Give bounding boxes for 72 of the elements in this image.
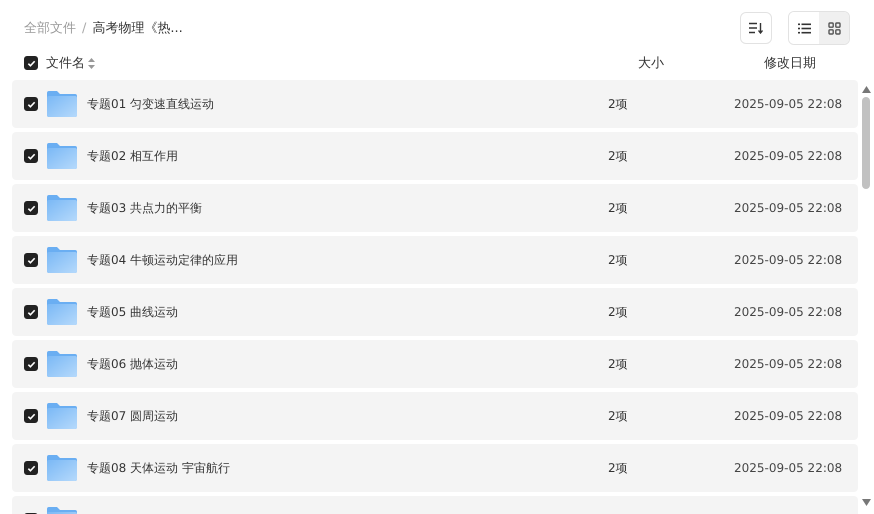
- file-name: 专题07 圆周运动: [87, 408, 178, 424]
- check-icon: [26, 464, 36, 472]
- file-row[interactable]: 专题06 抛体运动 2项 2025-09-05 22:08: [12, 340, 858, 388]
- view-mode-button[interactable]: [819, 12, 849, 44]
- folder-icon: [47, 403, 77, 429]
- check-icon: [26, 360, 36, 368]
- file-size: 2项: [608, 96, 629, 112]
- file-size: 2项: [608, 460, 629, 476]
- sort-button[interactable]: [740, 12, 772, 44]
- file-name: 专题04 牛顿运动定律的应用: [87, 252, 238, 268]
- file-name: 专题05 曲线运动: [87, 304, 178, 320]
- column-header[interactable]: 文件名: [46, 54, 85, 72]
- folder-icon: [47, 195, 77, 221]
- file-row[interactable]: 专题04 牛顿运动定律的应用 2项 2025-09-05 22:08: [12, 236, 858, 284]
- file-name: 专题06 抛体运动: [87, 356, 178, 372]
- check-icon: [26, 412, 36, 420]
- grid-view-icon: [828, 22, 840, 34]
- file-name: 专题01 匀变速直线运动: [87, 96, 214, 112]
- file-date: 2025-09-05 22:08: [734, 409, 844, 423]
- file-date: 2025-09-05 22:08: [734, 305, 844, 319]
- file-size: 2项: [608, 252, 629, 268]
- file-date: 2025-09-05 22:08: [734, 357, 844, 371]
- file-date: 2025-09-05 22:08: [734, 149, 844, 163]
- file-name: 专题08 天体运动 宇宙航行: [87, 460, 230, 476]
- file-row[interactable]: 专题08 天体运动 宇宙航行 2项 2025-09-05 22:08: [12, 444, 858, 492]
- folder-icon: [47, 247, 77, 273]
- file-size: 2项: [608, 200, 629, 216]
- sort-lines-icon: [749, 22, 763, 34]
- file-date: 2025-09-05 22:08: [734, 461, 844, 475]
- file-date: 2025-09-05 22:08: [734, 201, 844, 215]
- folder-icon: [47, 299, 77, 325]
- folder-icon: [47, 351, 77, 377]
- checkbox[interactable]: [24, 253, 38, 267]
- checkbox[interactable]: [24, 56, 38, 70]
- folder-icon: [47, 143, 77, 169]
- sort-icon[interactable]: [88, 58, 95, 68]
- breadcrumb-separator: /: [82, 20, 86, 36]
- file-name: 专题03 共点力的平衡: [87, 200, 202, 216]
- file-size: 2项: [608, 304, 629, 320]
- scrollbar-thumb[interactable]: [862, 97, 870, 189]
- check-icon: [26, 152, 36, 160]
- check-icon: [26, 100, 36, 108]
- file-size: 2项: [608, 408, 629, 424]
- file-size: 2项: [608, 356, 629, 372]
- check-icon: [26, 308, 36, 316]
- checkbox[interactable]: [24, 461, 38, 475]
- file-name: 专题02 相互作用: [87, 148, 178, 164]
- checkbox[interactable]: [24, 409, 38, 423]
- checkbox[interactable]: [24, 201, 38, 215]
- file-row[interactable]: 专题05 曲线运动 2项 2025-09-05 22:08: [12, 288, 858, 336]
- file-row[interactable]: 专题03 共点力的平衡 2项 2025-09-05 22:08: [12, 184, 858, 232]
- file-date: 2025-09-05 22:08: [734, 253, 844, 267]
- check-icon: [26, 58, 36, 68]
- checkbox[interactable]: [24, 305, 38, 319]
- checkbox[interactable]: [24, 357, 38, 371]
- file-size: 2项: [608, 148, 629, 164]
- file-row[interactable]: 专题01 匀变速直线运动 2项 2025-09-05 22:08: [12, 80, 858, 128]
- checkbox[interactable]: [24, 97, 38, 111]
- check-icon: [26, 204, 36, 212]
- folder-icon: [47, 455, 77, 481]
- file-row[interactable]: 专题02 相互作用 2项 2025-09-05 22:08: [12, 132, 858, 180]
- checkbox[interactable]: [24, 149, 38, 163]
- scroll-down-icon[interactable]: [862, 499, 870, 506]
- list-view-icon: [798, 22, 810, 34]
- breadcrumb-current: 高考物理《热...: [92, 20, 183, 37]
- file-date: 2025-09-05 22:08: [734, 97, 844, 111]
- check-icon: [26, 256, 36, 264]
- scroll-up-icon[interactable]: [862, 86, 870, 93]
- column-header: 大小: [638, 55, 665, 72]
- column-header: 修改日期: [764, 55, 817, 72]
- file-row[interactable]: 专题07 圆周运动 2项 2025-09-05 22:08: [12, 392, 858, 440]
- folder-icon: [47, 91, 77, 117]
